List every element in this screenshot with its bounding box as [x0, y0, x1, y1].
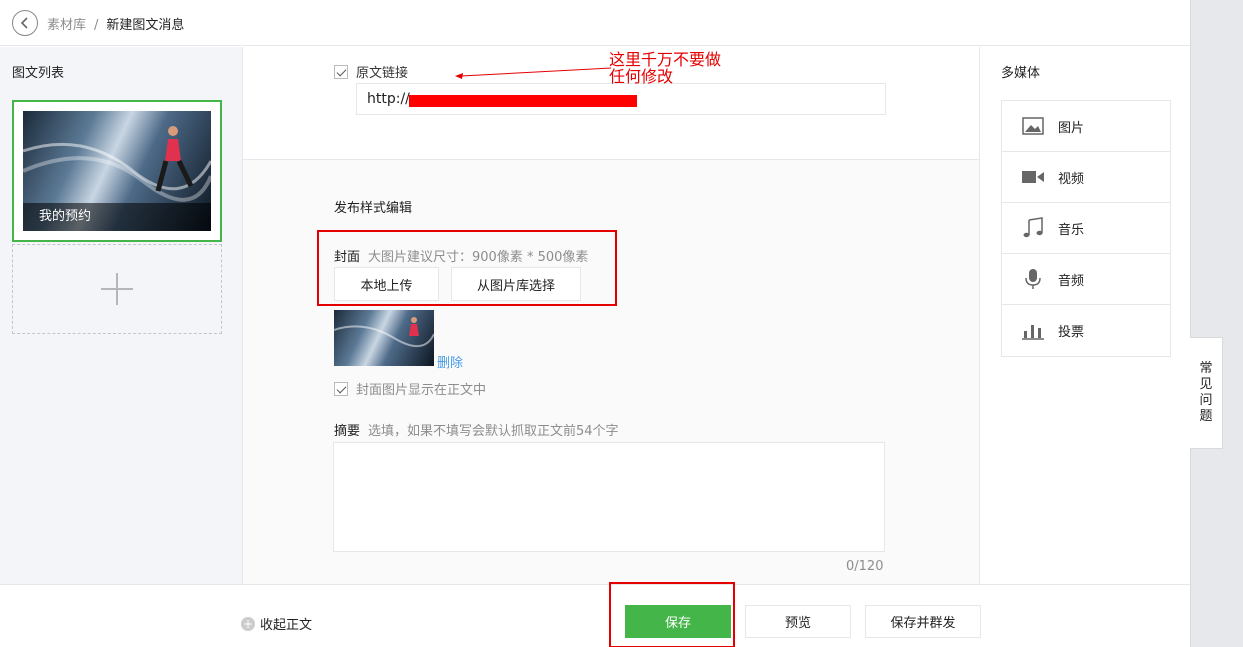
cover-thumbnail	[333, 310, 435, 366]
microphone-icon	[1022, 268, 1044, 290]
video-icon	[1022, 166, 1044, 188]
media-item-label: 投票	[1058, 325, 1085, 340]
back-button[interactable]	[12, 10, 38, 36]
chevron-left-icon	[20, 17, 28, 29]
save-button[interactable]: 保存	[625, 605, 731, 638]
article-cover-image: 我的预约	[23, 111, 211, 231]
plus-icon	[101, 273, 133, 305]
cover-size-hint: 大图片建议尺寸：900像素 * 500像素	[368, 250, 589, 265]
image-icon	[1022, 115, 1044, 137]
add-article-button[interactable]	[12, 244, 222, 334]
preview-button[interactable]: 预览	[745, 605, 851, 638]
media-item-poll[interactable]: 投票	[1002, 305, 1170, 356]
media-item-label: 音频	[1058, 273, 1085, 289]
media-item-video[interactable]: 视频	[1002, 152, 1170, 203]
plus-circle-icon: +	[241, 616, 255, 631]
show-cover-checkbox[interactable]	[334, 381, 348, 396]
original-link-input[interactable]: http://	[356, 83, 886, 115]
breadcrumb: 素材库 / 新建图文消息	[47, 14, 184, 33]
faq-tab[interactable]: 常 见 问 题	[1190, 337, 1223, 449]
annotation-note: 这里千万不要做 任何修改	[609, 51, 721, 85]
editor-panel: 原文链接 http:// 这里千万不要做 任何修改 发布样式编辑 封面 大图片建…	[243, 47, 979, 584]
annotation-arrow-icon	[455, 67, 612, 79]
media-item-audio[interactable]: 音频	[1002, 254, 1170, 305]
multimedia-list: 图片 视频 音乐 音频 投票	[1001, 100, 1171, 357]
original-link-label: 原文链接	[356, 66, 409, 81]
annotation-line1: 这里千万不要做	[609, 50, 722, 69]
abstract-hint: 选填，如果不填写会默认抓取正文前54个字	[368, 424, 619, 439]
media-item-label: 视频	[1058, 171, 1085, 187]
original-link-value: http://	[367, 91, 410, 107]
publish-style-title: 发布样式编辑	[334, 201, 413, 216]
original-link-row: 原文链接	[334, 62, 408, 81]
faq-char: 常	[1199, 361, 1213, 376]
breadcrumb-separator: /	[94, 18, 99, 33]
poll-icon	[1022, 320, 1044, 342]
show-cover-label: 封面图片显示在正文中	[356, 383, 487, 398]
media-item-label: 音乐	[1058, 222, 1085, 238]
breadcrumb-parent[interactable]: 素材库	[47, 18, 86, 33]
abstract-label: 摘要	[334, 424, 361, 439]
save-and-publish-button[interactable]: 保存并群发	[865, 605, 981, 638]
annotation-line2: 任何修改	[609, 67, 674, 86]
media-item-label: 图片	[1058, 120, 1085, 136]
collapse-body-label: 收起正文	[260, 618, 313, 633]
faq-char: 见	[1199, 377, 1213, 392]
faq-char: 题	[1199, 409, 1213, 424]
media-item-music[interactable]: 音乐	[1002, 203, 1170, 254]
article-card-caption: 我的预约	[23, 203, 211, 231]
music-icon	[1022, 217, 1044, 239]
redaction-bar	[409, 95, 637, 107]
faq-char: 问	[1199, 393, 1213, 408]
multimedia-panel: 多媒体 图片 视频 音乐 音频 投票	[979, 47, 1190, 584]
show-cover-row: 封面图片显示在正文中	[334, 379, 486, 398]
original-link-checkbox[interactable]	[334, 64, 348, 79]
multimedia-title: 多媒体	[1001, 66, 1041, 81]
cover-label: 封面	[334, 250, 361, 265]
media-item-image[interactable]: 图片	[1002, 101, 1170, 152]
abstract-textarea[interactable]	[333, 442, 885, 552]
top-bar: 素材库 / 新建图文消息	[0, 0, 1190, 46]
delete-cover-link[interactable]: 删除	[437, 352, 463, 371]
choose-from-library-button[interactable]: 从图片库选择	[451, 267, 581, 301]
upload-local-button[interactable]: 本地上传	[334, 267, 439, 301]
article-list-panel: 图文列表 我的预约	[0, 47, 243, 584]
breadcrumb-current: 新建图文消息	[106, 18, 185, 33]
right-gutter	[1190, 0, 1243, 647]
article-list-title: 图文列表	[12, 66, 65, 81]
abstract-counter: 0/120	[846, 559, 884, 574]
article-card[interactable]: 我的预约	[12, 100, 222, 242]
bottom-action-bar: + 收起正文 保存 预览 保存并群发	[0, 582, 1190, 647]
collapse-body-button[interactable]: + 收起正文	[241, 614, 312, 633]
